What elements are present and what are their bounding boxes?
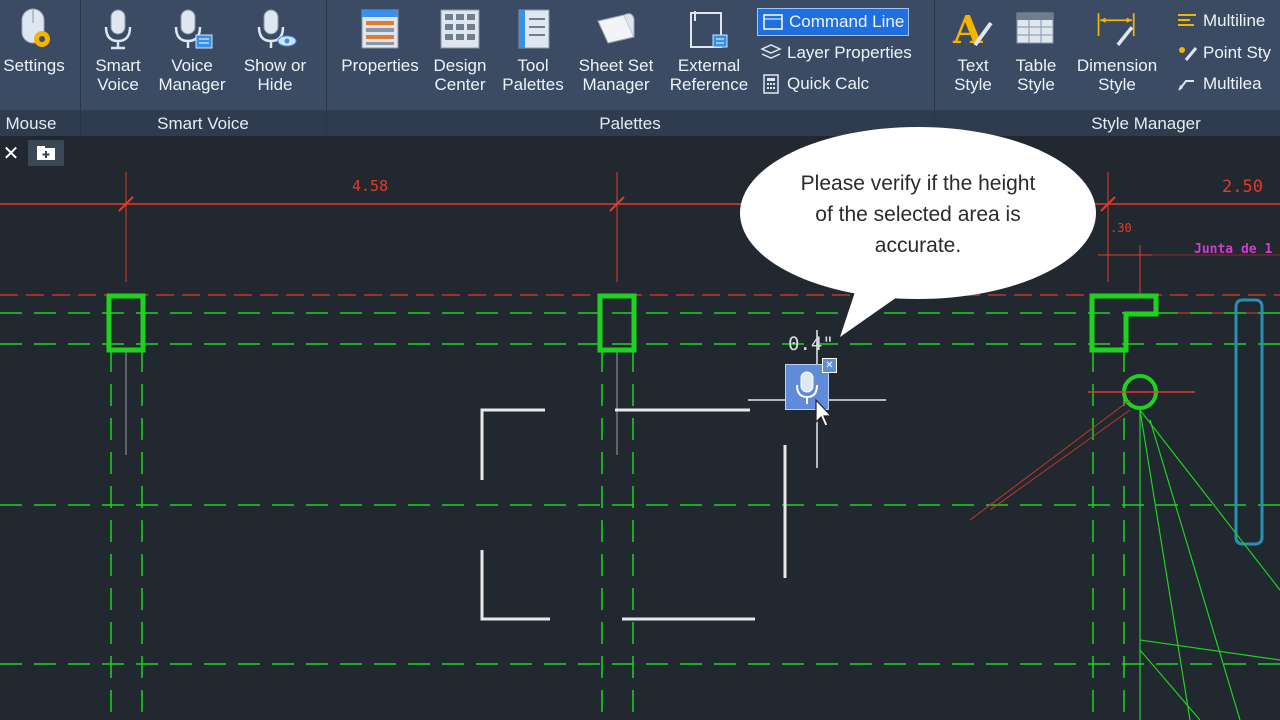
dimension-style-label: Dimension Style [1076,56,1158,94]
command-line-label: Command Line [789,12,905,31]
speech-bubble-text: Please verify if the height of the selec… [800,172,1036,257]
sheet-set-manager-label: Sheet Set Manager [578,56,654,94]
table-style-icon [1014,6,1058,52]
annotation-text: Junta de 1 [1194,242,1273,257]
quick-calc-button[interactable]: Quick Calc [760,72,869,96]
voice-manager-icon [170,6,214,52]
svg-text:A: A [952,7,983,51]
multiline-icon [1176,11,1198,31]
table-style-label: Table Style [1015,56,1057,94]
point-style-icon [1176,43,1198,63]
group-separator [326,0,327,136]
multileader-style-button[interactable]: Multilea [1176,72,1262,96]
smart-voice-button[interactable]: Smart Voice [88,6,148,94]
text-style-button[interactable]: A Text Style [942,6,1004,94]
dimension-value: 4.58 [352,177,389,195]
properties-icon [358,6,402,52]
group-label-mouse: Mouse [5,114,57,133]
multileader-label: Multilea [1203,74,1262,93]
external-reference-icon [687,6,731,52]
group-label-palettes: Palettes [599,114,661,133]
voice-manager-label: Voice Manager [158,56,226,94]
dimension-value: 2.50 [1222,177,1263,197]
command-line-button[interactable]: Command Line [757,8,910,36]
calculator-icon [760,74,782,94]
tool-palettes-label: Tool Palettes [502,56,564,94]
tool-palettes-icon [511,6,555,52]
show-or-hide-button[interactable]: Show or Hide [236,6,314,94]
dimension-style-button[interactable]: Dimension Style [1070,6,1164,94]
group-separator [934,0,935,136]
group-separator [80,0,81,136]
properties-button[interactable]: Properties [336,6,424,75]
close-icon[interactable]: ✕ [822,358,837,373]
multiline-style-button[interactable]: Multiline [1176,9,1265,33]
mouse-settings-icon [12,6,56,52]
voice-manager-button[interactable]: Voice Manager [156,6,228,94]
microphone-eye-icon [253,6,297,52]
command-line-icon [762,12,784,32]
show-or-hide-label: Show or Hide [243,56,307,94]
close-icon[interactable]: ✕ [0,140,22,166]
external-reference-label: External Reference [669,56,749,94]
layers-icon [760,43,782,63]
smart-voice-label: Smart Voice [95,56,141,94]
external-reference-button[interactable]: External Reference [666,6,752,94]
quick-calc-label: Quick Calc [787,74,870,93]
group-label-smart-voice: Smart Voice [157,114,249,133]
text-style-label: Text Style [954,56,992,94]
point-style-label: Point Sty [1203,43,1272,62]
table-style-button[interactable]: Table Style [1006,6,1066,94]
new-tab-icon[interactable] [28,140,64,166]
microphone-icon [96,6,140,52]
properties-label: Properties [341,56,419,75]
settings-label: Settings [3,56,65,75]
sheet-set-icon [594,6,638,52]
text-style-icon: A [951,6,995,52]
multiline-label: Multiline [1203,11,1266,30]
sheet-set-manager-button[interactable]: Sheet Set Manager [574,6,658,94]
settings-button[interactable]: Settings [0,6,68,75]
design-center-label: Design Center [433,56,487,94]
design-center-button[interactable]: Design Center [428,6,492,94]
layer-properties-button[interactable]: Layer Properties [760,41,912,65]
dimension-value: .30 [1110,221,1132,235]
dimension-style-icon [1095,6,1139,52]
design-center-icon [438,6,482,52]
point-style-button[interactable]: Point Sty [1176,41,1271,65]
layer-properties-label: Layer Properties [787,43,912,62]
cursor-arrow-icon [815,398,832,427]
multileader-icon [1176,74,1198,94]
tool-palettes-button[interactable]: Tool Palettes [500,6,566,94]
